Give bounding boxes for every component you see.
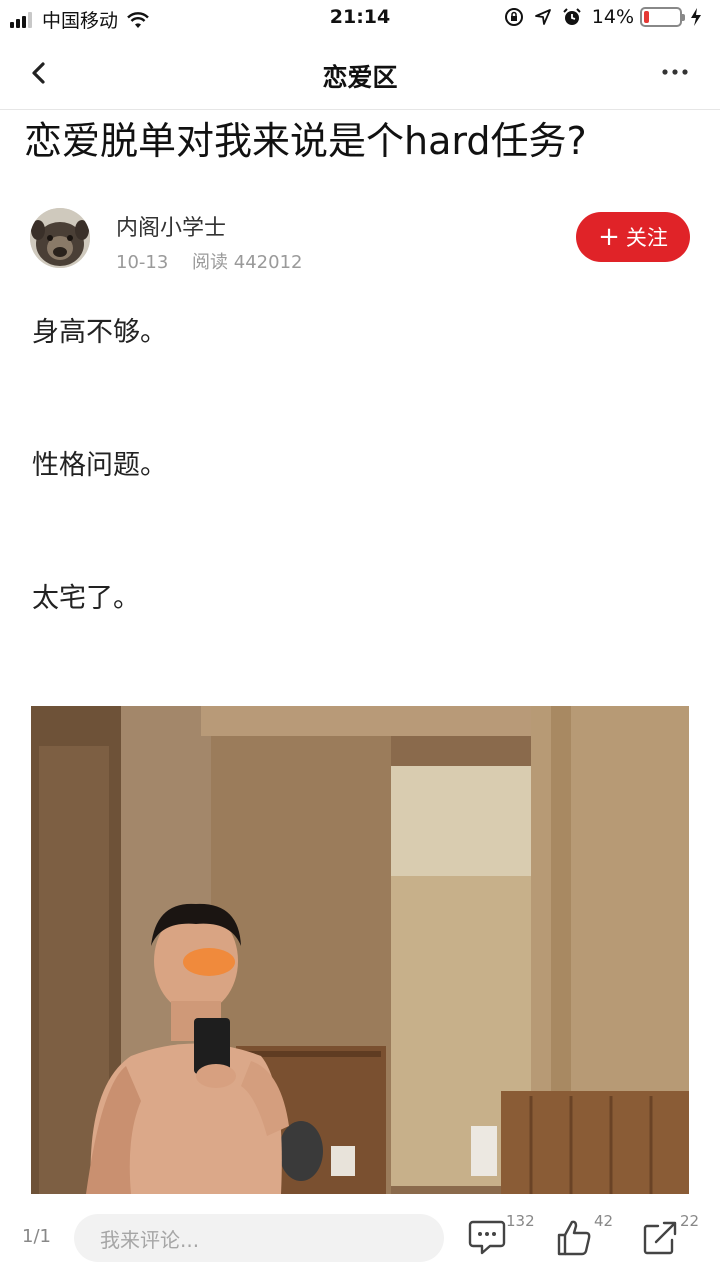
paragraph: 身高不够。: [32, 317, 167, 348]
comments-count: 132: [506, 1212, 535, 1230]
article-photo[interactable]: [31, 706, 689, 1194]
battery-icon: [640, 7, 685, 27]
shares-count: 22: [680, 1212, 700, 1230]
location-arrow-icon: [534, 9, 551, 25]
share-icon: [643, 1221, 677, 1255]
page-title: 恋爱区: [322, 63, 398, 92]
like-button[interactable]: 42: [556, 1212, 616, 1268]
thumbs-up-icon: [557, 1220, 591, 1256]
article-title: 恋爱脱单对我来说是个hard任务?: [24, 119, 587, 163]
orientation-lock-icon: [504, 8, 523, 26]
read-count: 阅读 442012: [192, 252, 303, 273]
follow-button[interactable]: + 关注: [576, 212, 690, 262]
navigation-bar: 恋爱区: [0, 36, 720, 110]
author-meta: 10-13 阅读 442012: [116, 248, 320, 274]
share-button[interactable]: 22: [642, 1212, 702, 1268]
paragraph: 性格问题。: [32, 450, 167, 481]
follow-label: 关注: [625, 226, 668, 250]
status-bar: 中国移动 21:14 14%: [0, 0, 720, 36]
author-row: 内阁小学士 10-13 阅读 442012 + 关注: [30, 208, 690, 274]
plus-icon: +: [598, 222, 620, 252]
status-right: 14%: [504, 6, 712, 28]
likes-count: 42: [594, 1212, 614, 1230]
paragraph: 太宅了。: [32, 583, 140, 614]
battery-percentage: 14%: [591, 6, 634, 28]
comments-button[interactable]: 132: [468, 1212, 535, 1268]
post-date: 10-13: [116, 252, 169, 273]
comment-input[interactable]: 我来评论...: [74, 1214, 444, 1262]
comment-bubble-icon: [468, 1220, 506, 1255]
bottom-action-bar: 1/1 我来评论... 132 42 22: [0, 1198, 720, 1280]
alarm-icon: [563, 8, 581, 25]
more-options-icon[interactable]: [660, 64, 690, 80]
author-avatar[interactable]: [30, 208, 90, 268]
charging-bolt-icon: [691, 8, 701, 26]
page-indicator: 1/1: [22, 1226, 51, 1247]
author-name[interactable]: 内阁小学士: [116, 210, 226, 242]
battery-level-fill: [644, 11, 649, 23]
